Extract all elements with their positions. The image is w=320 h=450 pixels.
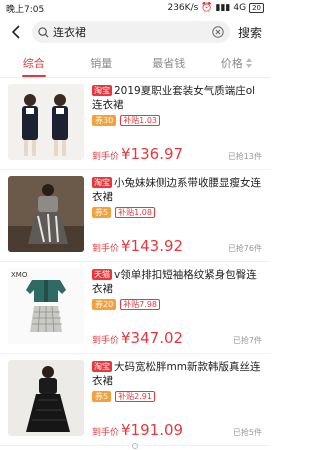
- price-label: 到手价: [92, 244, 120, 254]
- coupon-badge: 券30: [92, 115, 117, 126]
- product-title-text: 小兔妹妹侧边系带收腰显瘦女连衣裙: [92, 177, 261, 203]
- list-item[interactable]: 淘宝 大码宽松胖mm新款韩版真丝连衣裙 券5 补贴2.91 到手价 ¥191.09…: [0, 354, 270, 446]
- back-button[interactable]: [6, 25, 26, 39]
- product-image: [8, 176, 84, 252]
- list-item[interactable]: 淘宝 小兔妹妹侧边系带收腰显瘦女连衣裙 券5 补贴1.08 到手价 ¥143.92…: [0, 170, 270, 262]
- subsidy-badge: 补贴2.91: [115, 391, 155, 402]
- signal-icon: ▮▮▮: [215, 3, 231, 13]
- search-button[interactable]: 搜索: [236, 24, 264, 41]
- alarm-icon: ⏰: [201, 3, 213, 13]
- sold-count: 已抢76件: [227, 244, 262, 253]
- network-speed: 236K/s: [167, 3, 199, 13]
- search-icon: [38, 26, 49, 38]
- product-title-text: v领单排扣短袖格纹紧身包臀连衣裙: [92, 269, 257, 295]
- product-image: XMO: [8, 268, 84, 344]
- tab-label: 价格: [220, 56, 243, 70]
- coupon-badge: 券5: [92, 391, 112, 402]
- product-title-text: 大码宽松胖mm新款韩版真丝连衣裙: [92, 361, 261, 387]
- list-item[interactable]: XMO 天猫 v领单排扣短袖格纹紧身包臀连衣裙 券20 补贴7.98 到手价 ¥3…: [0, 262, 270, 354]
- price: ¥191.09: [121, 421, 184, 439]
- search-input[interactable]: 连衣裙: [32, 21, 230, 43]
- store-badge: 淘宝: [92, 361, 112, 372]
- thumb-logo: XMO: [11, 271, 28, 279]
- tab-label: 销量: [90, 56, 113, 70]
- product-title-text: 2019夏职业套装女气质端庄ol连衣裙: [92, 85, 256, 111]
- status-time: 晚上7:05: [6, 4, 45, 15]
- tab-label: 综合: [22, 56, 45, 70]
- subsidy-badge: 补贴1.03: [120, 115, 160, 126]
- clear-icon[interactable]: [212, 26, 224, 38]
- status-indicators: 236K/s ⏰ ▮▮▮ 4G 20: [167, 3, 264, 13]
- signal-type: 4G: [233, 3, 247, 13]
- coupon-badge: 券5: [92, 207, 112, 218]
- tab-cheapest[interactable]: 最省钱: [135, 48, 203, 77]
- list-item[interactable]: 淘宝 2019夏职业套装女气质端庄ol连衣裙 券30 补贴1.03 到手价 ¥13…: [0, 78, 270, 170]
- product-title: 淘宝 大码宽松胖mm新款韩版真丝连衣裙: [92, 360, 262, 388]
- product-title: 天猫 v领单排扣短袖格纹紧身包臀连衣裙: [92, 268, 262, 296]
- product-image: [8, 84, 84, 160]
- product-image: [8, 360, 84, 436]
- status-bar: 晚上7:05 236K/s ⏰ ▮▮▮ 4G 20: [0, 0, 270, 16]
- price-label: 到手价: [92, 336, 120, 346]
- sold-count: 已抢5件: [232, 428, 262, 437]
- sort-tabs: 综合 销量 最省钱 价格: [0, 48, 270, 78]
- sold-count: 已抢13件: [227, 152, 262, 161]
- subsidy-badge: 补贴1.08: [115, 207, 155, 218]
- price: ¥143.92: [121, 237, 184, 255]
- tab-label: 最省钱: [152, 56, 186, 70]
- battery-icon: 20: [249, 3, 264, 13]
- price: ¥347.02: [121, 329, 184, 347]
- scroll-indicator: [132, 443, 138, 449]
- sort-order-icon: [245, 57, 252, 68]
- price-label: 到手价: [92, 428, 120, 438]
- tab-sales[interactable]: 销量: [68, 48, 136, 77]
- tab-price[interactable]: 价格: [203, 48, 271, 77]
- tab-comprehensive[interactable]: 综合: [0, 48, 68, 77]
- product-title: 淘宝 2019夏职业套装女气质端庄ol连衣裙: [92, 84, 262, 112]
- product-list: 淘宝 2019夏职业套装女气质端庄ol连衣裙 券30 补贴1.03 到手价 ¥13…: [0, 78, 270, 446]
- sold-count: 已抢7件: [232, 336, 262, 345]
- search-bar: 连衣裙 搜索: [0, 16, 270, 48]
- store-badge: 淘宝: [92, 85, 112, 96]
- chevron-left-icon: [11, 25, 20, 39]
- search-query: 连衣裙: [53, 26, 86, 39]
- store-badge: 淘宝: [92, 177, 112, 188]
- store-badge: 天猫: [92, 269, 112, 280]
- subsidy-badge: 补贴7.98: [120, 299, 160, 310]
- coupon-badge: 券20: [92, 299, 117, 310]
- product-title: 淘宝 小兔妹妹侧边系带收腰显瘦女连衣裙: [92, 176, 262, 204]
- price-label: 到手价: [92, 152, 120, 162]
- price: ¥136.97: [121, 145, 184, 163]
